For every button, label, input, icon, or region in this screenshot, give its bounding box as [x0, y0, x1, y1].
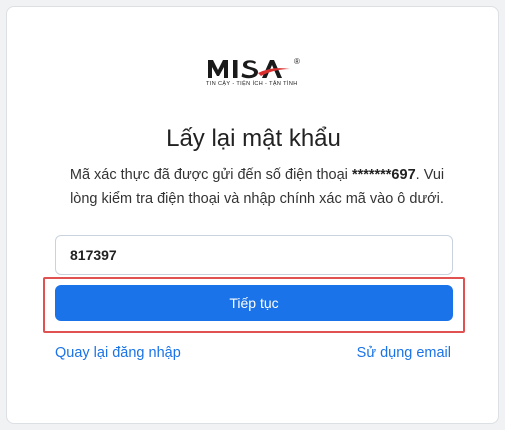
continue-button[interactable]: Tiếp tục	[55, 285, 453, 321]
logo-tagline: TIN CẬY - TIỆN ÍCH - TẬN TÌNH	[206, 81, 298, 87]
use-email-link[interactable]: Sử dụng email	[357, 345, 451, 361]
logo-brand	[206, 57, 306, 83]
logo-registered-mark: ®	[294, 57, 300, 66]
instruction-text-start: Mã xác thực đã được gửi đến số điện thoạ…	[69, 167, 352, 183]
page-title: Lấy lại mật khẩu	[166, 125, 341, 152]
masked-phone-number: *******697	[351, 167, 416, 183]
page-background: ® TIN CẬY - TIỆN ÍCH - TẬN TÌNH Lấy lại …	[0, 0, 505, 430]
misa-logo: ® TIN CẬY - TIỆN ÍCH - TẬN TÌNH	[206, 57, 306, 91]
instruction-text: Mã xác thực đã được gửi đến số điện thoạ…	[57, 163, 457, 211]
logo-wordmark	[208, 60, 290, 79]
recovery-card: ® TIN CẬY - TIỆN ÍCH - TẬN TÌNH Lấy lại …	[6, 6, 499, 424]
back-to-login-link[interactable]: Quay lại đăng nhập	[55, 345, 181, 361]
otp-code-input[interactable]	[55, 235, 453, 275]
